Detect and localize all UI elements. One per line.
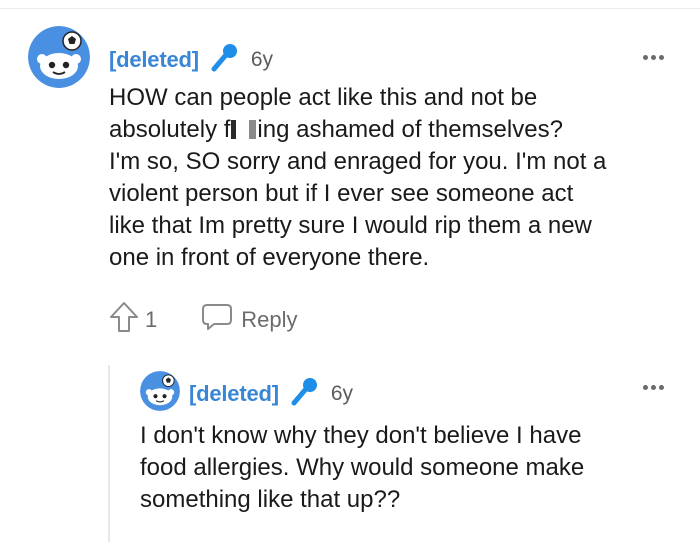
comment-age: 6y <box>250 47 274 71</box>
comment-line: HOW can people act like this and not be <box>109 84 538 111</box>
more-icon[interactable] <box>643 55 664 60</box>
comment-meta: [deleted] 6y <box>189 376 353 411</box>
censor-mark <box>231 120 237 139</box>
microphone-icon <box>209 42 239 77</box>
comment-meta: [deleted] 6y <box>109 42 273 77</box>
comment-age: 6y <box>330 381 354 405</box>
thread-line[interactable] <box>108 365 110 542</box>
comment-line: absolutely f ing ashamed of themselves? <box>109 116 563 143</box>
reply-bubble-icon <box>201 302 233 337</box>
comment-line: like that Im pretty sure I would rip the… <box>109 212 592 239</box>
reply-button[interactable]: Reply <box>201 302 298 337</box>
comment-actions: 1 Reply <box>108 300 298 339</box>
upvote-count: 1 <box>145 306 158 332</box>
comment-line: I don't know why they don't believe I ha… <box>140 422 582 449</box>
comment-line: something like that up?? <box>140 486 401 513</box>
microphone-icon <box>289 376 319 411</box>
snoo-avatar-icon[interactable] <box>28 26 90 88</box>
comment-line: violent person but if I ever see someone… <box>109 180 574 207</box>
comment-line: food allergies. Why would someone make <box>140 454 585 481</box>
upvote-button[interactable]: 1 <box>108 300 157 339</box>
username[interactable]: [deleted] <box>189 381 279 407</box>
comment-line: I'm so, SO sorry and enraged for you. I'… <box>109 148 607 175</box>
snoo-avatar-icon[interactable] <box>140 371 180 411</box>
comment-body: I don't know why they don't believe I ha… <box>140 420 690 516</box>
comment-body: HOW can people act like this and not be … <box>109 82 689 274</box>
username[interactable]: [deleted] <box>109 47 199 73</box>
comment-line: one in front of everyone there. <box>109 244 430 271</box>
censor-mark <box>249 120 257 139</box>
more-icon[interactable] <box>643 385 664 390</box>
upvote-icon <box>108 300 140 339</box>
reply-label: Reply <box>241 306 298 332</box>
